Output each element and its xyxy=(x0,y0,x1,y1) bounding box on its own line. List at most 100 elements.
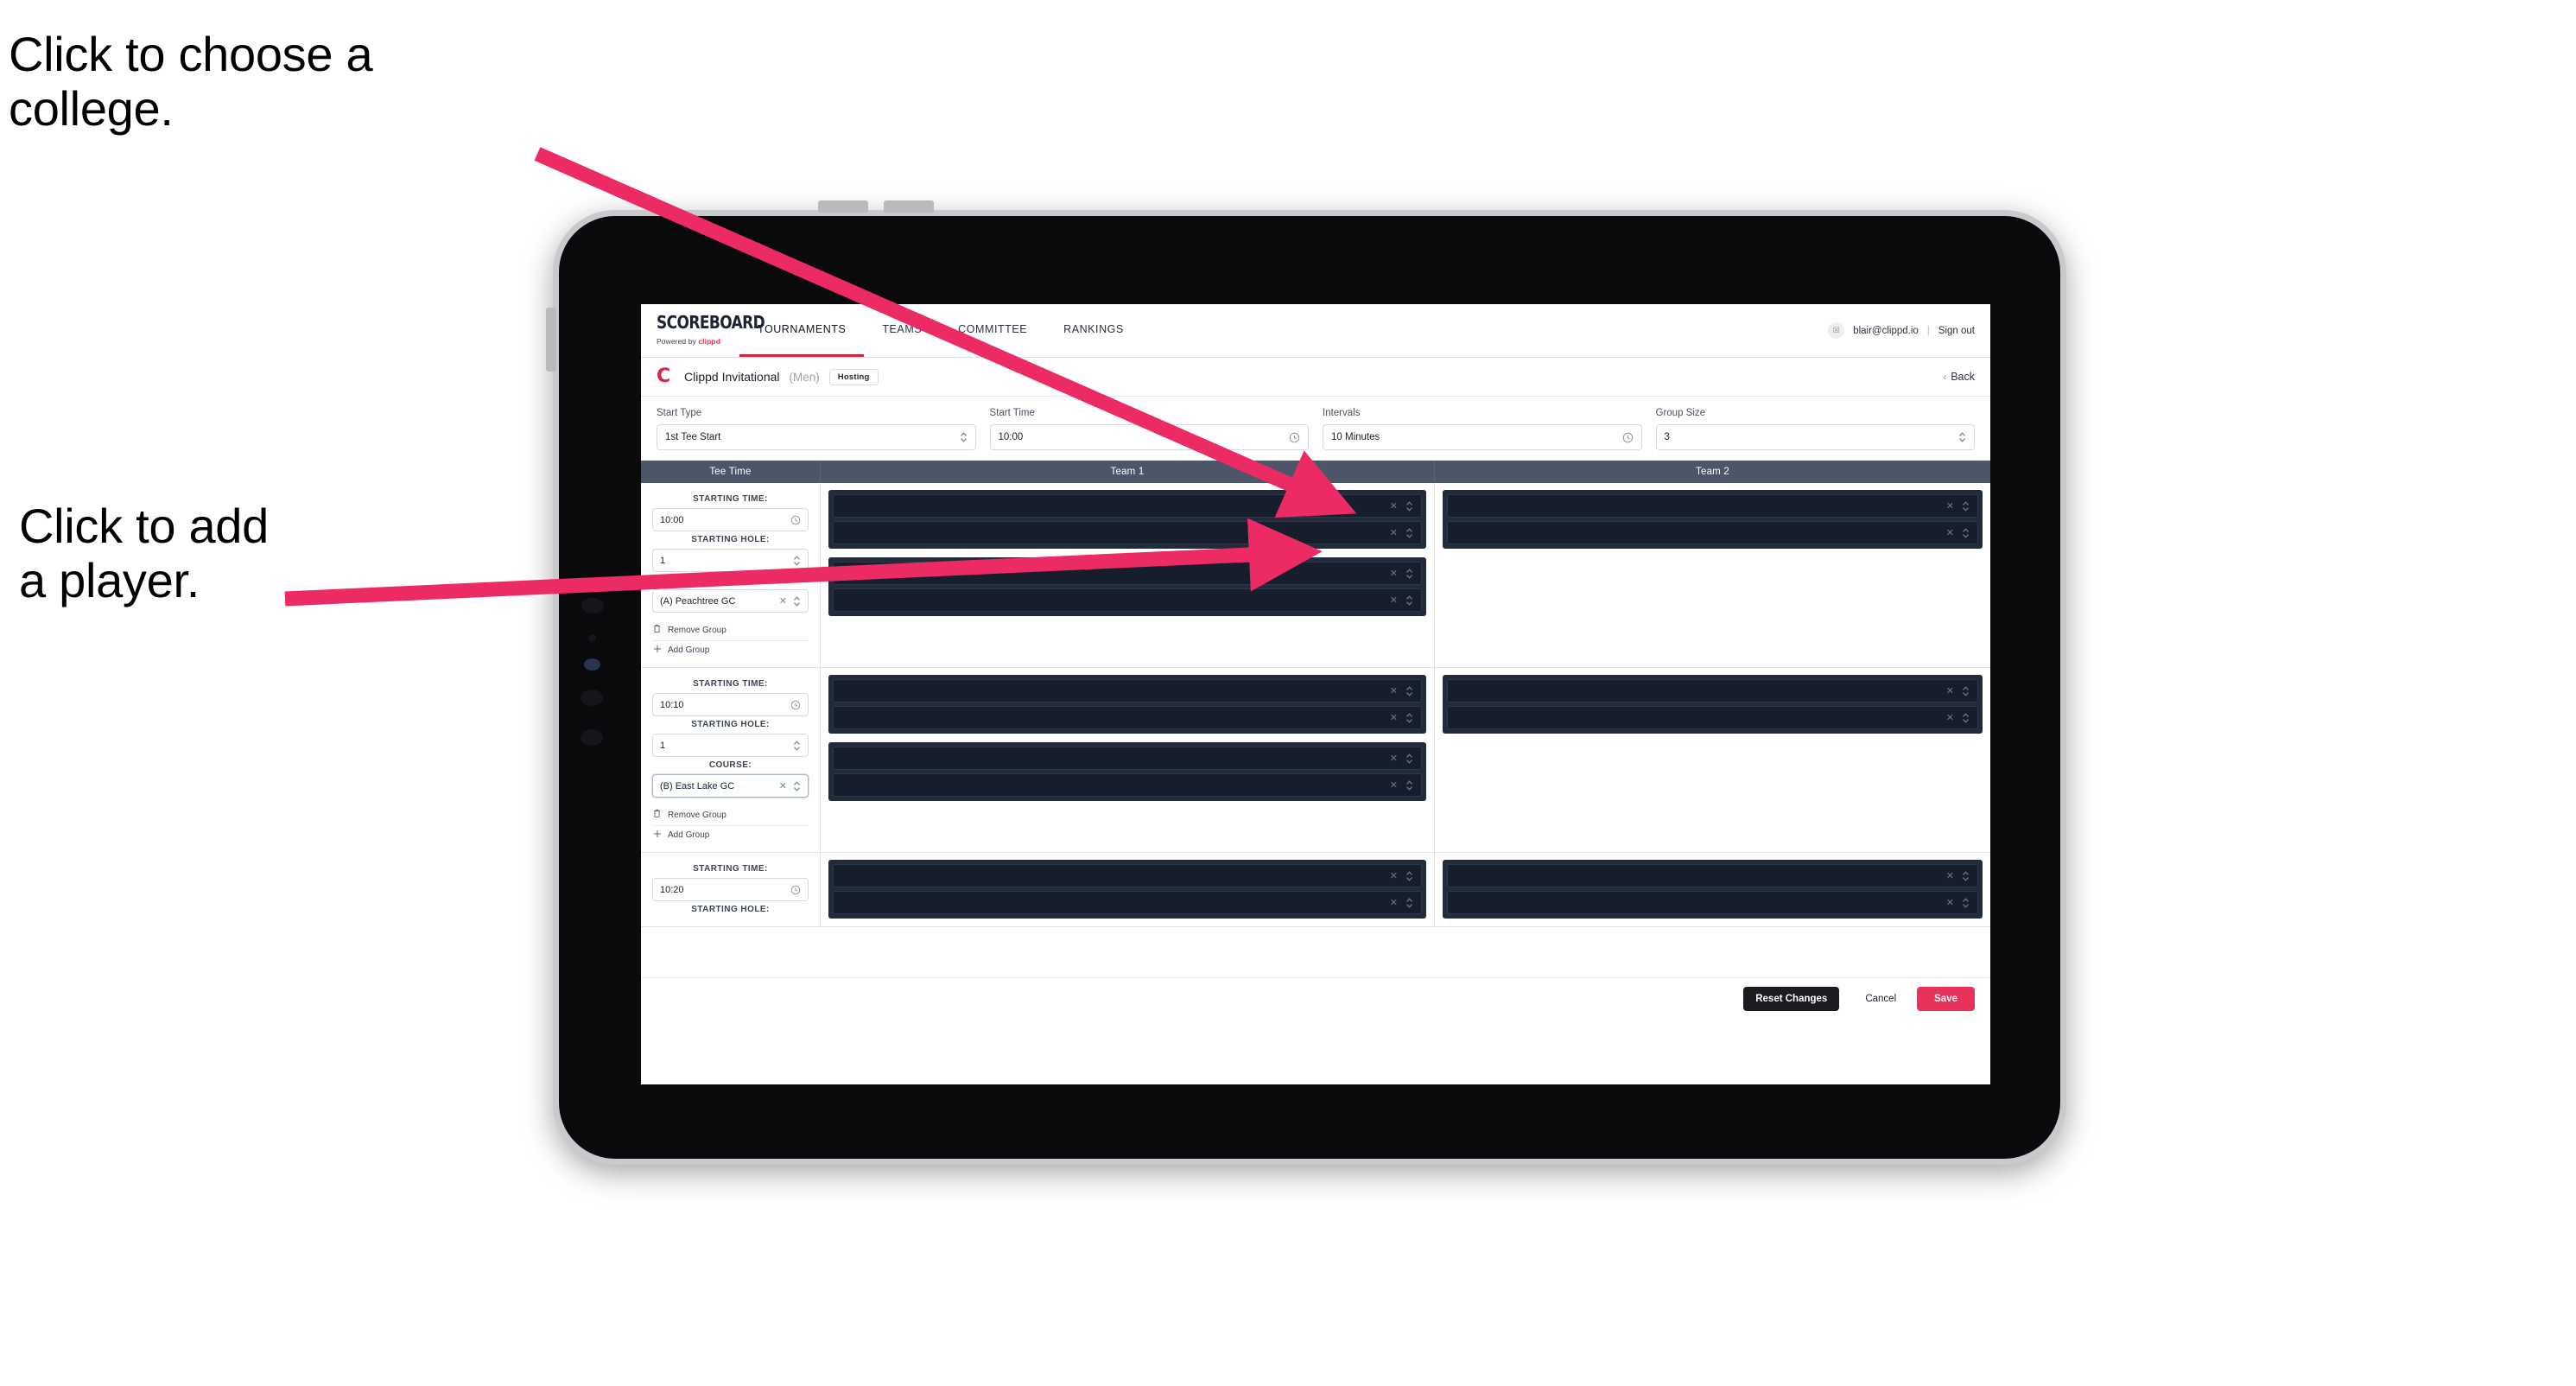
player-slot[interactable]: ✕ xyxy=(833,891,1422,914)
save-button[interactable]: Save xyxy=(1917,987,1975,1011)
clear-icon[interactable]: ✕ xyxy=(1390,685,1398,696)
player-slot[interactable]: ✕ xyxy=(833,562,1422,585)
clear-icon[interactable]: ✕ xyxy=(1390,779,1398,791)
clear-icon[interactable]: ✕ xyxy=(1390,870,1398,881)
course-label: COURSE: xyxy=(708,575,752,585)
volume-down-button xyxy=(884,200,934,213)
starting-time-input[interactable]: 10:00 xyxy=(652,508,809,531)
clear-icon[interactable]: ✕ xyxy=(1946,712,1954,723)
sensor-icon xyxy=(588,634,596,642)
player-slot[interactable]: ✕ xyxy=(833,588,1422,612)
clock-icon xyxy=(790,885,801,895)
pairings-table-body[interactable]: STARTING TIME: 10:00 STARTING HOLE: 1 CO… xyxy=(641,483,1990,977)
stepper-icon xyxy=(1962,712,1970,724)
back-link[interactable]: ‹ Back xyxy=(1943,371,1975,383)
nav-tab-committee[interactable]: COMMITTEE xyxy=(940,304,1045,357)
power-button xyxy=(546,308,556,372)
starting-hole-value: 1 xyxy=(660,555,666,566)
clear-icon[interactable]: ✕ xyxy=(1390,527,1398,538)
team-1-column: ✕ ✕ xyxy=(821,853,1435,926)
starting-hole-label: STARTING HOLE: xyxy=(691,905,770,914)
course-select[interactable]: (A) Peachtree GC ✕ xyxy=(652,589,809,613)
add-group-button[interactable]: Add Group xyxy=(652,641,809,660)
player-slot[interactable]: ✕ xyxy=(833,747,1422,770)
remove-group-button[interactable]: Remove Group xyxy=(652,805,809,826)
clear-icon[interactable]: ✕ xyxy=(1390,712,1398,723)
starting-time-label: STARTING TIME: xyxy=(693,494,768,504)
player-slot[interactable]: ✕ xyxy=(1447,706,1978,729)
starting-time-value: 10:10 xyxy=(660,699,684,710)
hosting-badge: Hosting xyxy=(828,368,879,385)
player-slot[interactable]: ✕ xyxy=(1447,891,1978,914)
stepper-icon xyxy=(1962,897,1970,909)
tee-time-column: STARTING TIME: 10:10 STARTING HOLE: 1 CO… xyxy=(641,668,821,852)
brand-logo[interactable]: SCOREBOARD Powered by clippd xyxy=(641,304,765,357)
player-subgroup: ✕ ✕ xyxy=(1443,860,1983,919)
player-slot[interactable]: ✕ xyxy=(1447,679,1978,703)
clear-icon[interactable]: ✕ xyxy=(1390,500,1398,512)
stepper-icon xyxy=(793,555,801,567)
stepper-icon xyxy=(793,780,801,792)
player-name-redacted xyxy=(1448,892,1946,913)
starting-hole-select[interactable]: 1 xyxy=(652,549,809,572)
start-type-select[interactable]: 1st Tee Start xyxy=(657,424,976,450)
player-slot[interactable]: ✕ xyxy=(1447,494,1978,518)
stepper-icon xyxy=(1405,897,1413,909)
clear-icon[interactable]: ✕ xyxy=(1390,568,1398,579)
clear-icon[interactable]: ✕ xyxy=(779,595,787,607)
nav-tab-teams[interactable]: TEAMS xyxy=(864,304,940,357)
clear-icon[interactable]: ✕ xyxy=(1390,753,1398,764)
intervals-input[interactable]: 10 Minutes xyxy=(1323,424,1642,450)
starting-hole-select[interactable]: 1 xyxy=(652,734,809,757)
clear-icon[interactable]: ✕ xyxy=(1946,527,1954,538)
player-subgroup: ✕ ✕ xyxy=(1443,675,1983,734)
start-time-input[interactable]: 10:00 xyxy=(989,424,1309,450)
clear-icon[interactable]: ✕ xyxy=(1946,500,1954,512)
player-slot[interactable]: ✕ xyxy=(833,864,1422,887)
group-size-select[interactable]: 3 xyxy=(1655,424,1975,450)
stepper-icon xyxy=(1405,594,1413,607)
player-name-redacted xyxy=(834,495,1390,517)
clear-icon[interactable]: ✕ xyxy=(1390,897,1398,908)
sign-out-link[interactable]: Sign out xyxy=(1938,326,1975,336)
screenshot-stage: Click to choose a college. Click to add … xyxy=(0,0,2576,1386)
settings-controls-row: Start Type 1st Tee Start Start Time 10:0… xyxy=(641,397,1990,461)
remove-group-button[interactable]: Remove Group xyxy=(652,620,809,641)
team-2-column: ✕ ✕ xyxy=(1435,483,1990,667)
reset-changes-button[interactable]: Reset Changes xyxy=(1743,987,1840,1011)
player-slot[interactable]: ✕ xyxy=(833,706,1422,729)
brand-powered-by: Powered by clippd xyxy=(657,337,720,346)
start-type-value: 1st Tee Start xyxy=(665,432,721,442)
clear-icon[interactable]: ✕ xyxy=(1946,685,1954,696)
course-select[interactable]: (B) East Lake GC ✕ xyxy=(652,774,809,798)
stepper-icon xyxy=(1405,685,1413,697)
group-actions: Remove Group Add Group xyxy=(652,620,809,660)
clear-icon[interactable]: ✕ xyxy=(1946,897,1954,908)
tee-time-group: STARTING TIME: 10:00 STARTING HOLE: 1 CO… xyxy=(641,483,1990,668)
player-slot[interactable]: ✕ xyxy=(833,679,1422,703)
add-group-button[interactable]: Add Group xyxy=(652,826,809,845)
player-subgroup: ✕ ✕ xyxy=(828,860,1426,919)
starting-time-input[interactable]: 10:20 xyxy=(652,878,809,901)
start-time-label: Start Time xyxy=(989,408,1035,418)
clear-icon[interactable]: ✕ xyxy=(1390,594,1398,606)
nav-tab-rankings[interactable]: RANKINGS xyxy=(1045,304,1142,357)
avatar[interactable]: ☒ xyxy=(1828,322,1845,339)
cancel-button[interactable]: Cancel xyxy=(1851,987,1910,1011)
clear-icon[interactable]: ✕ xyxy=(779,780,787,792)
player-subgroup: ✕ ✕ xyxy=(1443,490,1983,549)
brand-powered-name: clippd xyxy=(698,336,720,346)
start-type-control: Start Type 1st Tee Start xyxy=(657,408,990,450)
tournament-gender: (Men) xyxy=(789,370,820,384)
player-slot[interactable]: ✕ xyxy=(833,773,1422,797)
stepper-icon xyxy=(1405,712,1413,724)
starting-hole-value: 1 xyxy=(660,740,666,751)
clear-icon[interactable]: ✕ xyxy=(1946,870,1954,881)
starting-hole-label: STARTING HOLE: xyxy=(691,535,770,544)
player-slot[interactable]: ✕ xyxy=(833,494,1422,518)
start-time-control: Start Time 10:00 xyxy=(989,408,1323,450)
player-slot[interactable]: ✕ xyxy=(1447,864,1978,887)
player-slot[interactable]: ✕ xyxy=(1447,521,1978,544)
player-slot[interactable]: ✕ xyxy=(833,521,1422,544)
starting-time-input[interactable]: 10:10 xyxy=(652,693,809,716)
